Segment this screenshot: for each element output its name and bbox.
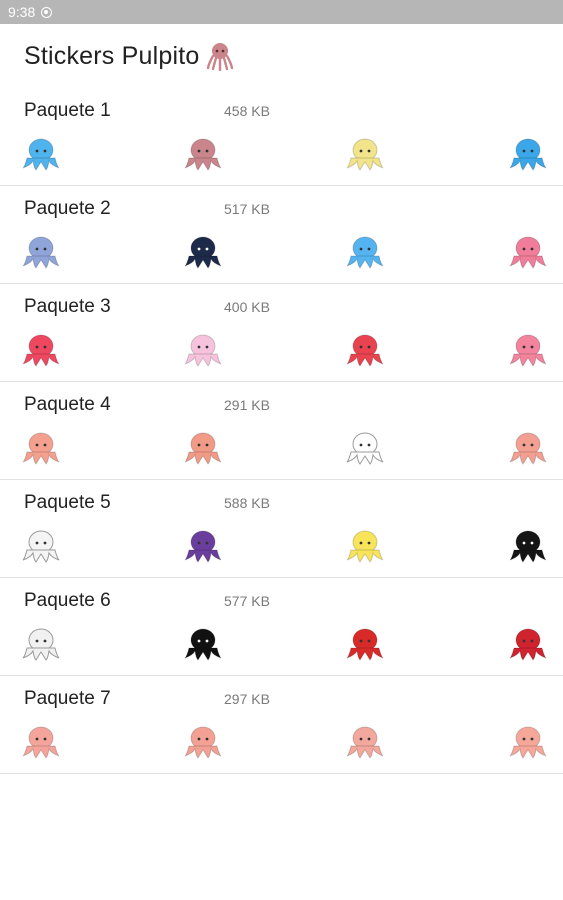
sticker-octopus-icon bbox=[181, 134, 225, 174]
pack-row[interactable]: Paquete 3 400 KB bbox=[0, 284, 563, 382]
pack-row[interactable]: Paquete 1 458 KB bbox=[0, 88, 563, 186]
sticker-octopus-icon bbox=[343, 624, 387, 664]
sticker-octopus-icon bbox=[181, 722, 225, 762]
sticker-strip bbox=[0, 426, 563, 474]
sticker-octopus-icon bbox=[181, 232, 225, 272]
sticker-strip bbox=[0, 622, 563, 670]
sticker-octopus-icon bbox=[19, 232, 63, 272]
sticker-octopus-icon bbox=[343, 134, 387, 174]
sticker-octopus-icon bbox=[181, 624, 225, 664]
pack-row[interactable]: Paquete 5 588 KB bbox=[0, 480, 563, 578]
pack-row[interactable]: Paquete 4 291 KB bbox=[0, 382, 563, 480]
pack-size: 400 KB bbox=[224, 299, 270, 315]
pack-name: Paquete 5 bbox=[24, 492, 111, 513]
sticker-octopus-icon bbox=[506, 722, 550, 762]
pack-name: Paquete 7 bbox=[24, 688, 111, 709]
sticker-octopus-icon bbox=[19, 134, 63, 174]
sticker-octopus-icon bbox=[506, 526, 550, 566]
pack-row[interactable]: Paquete 6 577 KB bbox=[0, 578, 563, 676]
pack-list: Paquete 1 458 KB Paquete 2 517 KB Paquete 3 4… bbox=[0, 88, 563, 774]
status-bar: 9:38 bbox=[0, 0, 563, 24]
sticker-strip bbox=[0, 720, 563, 768]
sticker-octopus-icon bbox=[181, 526, 225, 566]
sticker-octopus-icon bbox=[506, 624, 550, 664]
notification-icon bbox=[41, 6, 53, 18]
pack-name: Paquete 6 bbox=[24, 590, 111, 611]
pack-name: Paquete 1 bbox=[24, 100, 111, 121]
sticker-octopus-icon bbox=[19, 722, 63, 762]
pack-size: 588 KB bbox=[224, 495, 270, 511]
sticker-strip bbox=[0, 132, 563, 180]
sticker-octopus-icon bbox=[181, 330, 225, 370]
sticker-octopus-icon bbox=[343, 232, 387, 272]
sticker-octopus-icon bbox=[343, 330, 387, 370]
sticker-octopus-icon bbox=[506, 232, 550, 272]
status-time: 9:38 bbox=[8, 4, 36, 20]
sticker-strip bbox=[0, 328, 563, 376]
sticker-octopus-icon bbox=[19, 428, 63, 468]
pack-size: 577 KB bbox=[224, 593, 270, 609]
sticker-octopus-icon bbox=[19, 330, 63, 370]
pack-size: 458 KB bbox=[224, 103, 270, 119]
pack-size: 291 KB bbox=[224, 397, 270, 413]
pack-name: Paquete 4 bbox=[24, 394, 111, 415]
sticker-octopus-icon bbox=[343, 526, 387, 566]
sticker-strip bbox=[0, 230, 563, 278]
octopus-icon bbox=[206, 41, 234, 71]
sticker-octopus-icon bbox=[506, 134, 550, 174]
sticker-strip bbox=[0, 524, 563, 572]
sticker-octopus-icon bbox=[343, 428, 387, 468]
pack-size: 297 KB bbox=[224, 691, 270, 707]
pack-name: Paquete 2 bbox=[24, 198, 111, 219]
page-title: Stickers Pulpito bbox=[24, 41, 200, 70]
sticker-octopus-icon bbox=[343, 722, 387, 762]
pack-name: Paquete 3 bbox=[24, 296, 111, 317]
sticker-octopus-icon bbox=[19, 526, 63, 566]
sticker-octopus-icon bbox=[181, 428, 225, 468]
sticker-octopus-icon bbox=[506, 330, 550, 370]
sticker-octopus-icon bbox=[19, 624, 63, 664]
sticker-octopus-icon bbox=[506, 428, 550, 468]
pack-row[interactable]: Paquete 7 297 KB bbox=[0, 676, 563, 774]
app-header: Stickers Pulpito bbox=[0, 24, 563, 88]
pack-row[interactable]: Paquete 2 517 KB bbox=[0, 186, 563, 284]
pack-size: 517 KB bbox=[224, 201, 270, 217]
